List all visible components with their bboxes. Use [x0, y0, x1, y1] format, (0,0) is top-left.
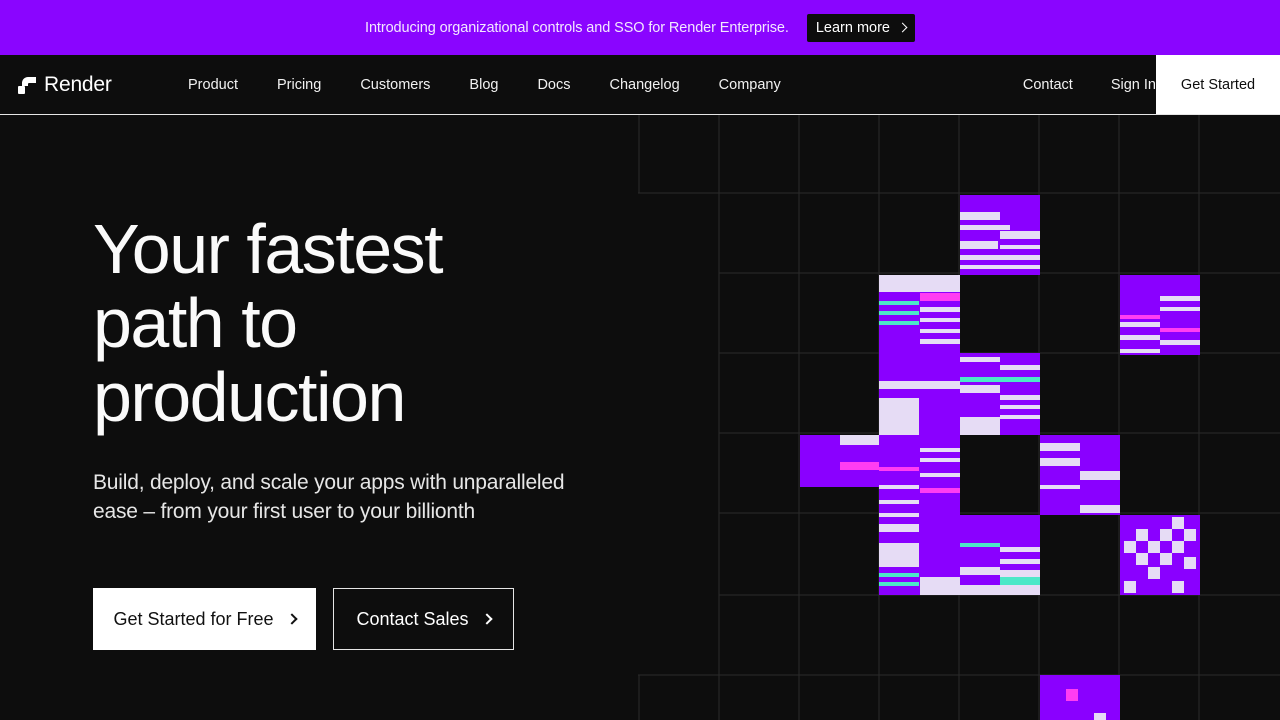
nav-link-changelog[interactable]: Changelog — [610, 77, 680, 93]
nav-link-pricing[interactable]: Pricing — [277, 77, 321, 93]
hero-subtitle: Build, deploy, and scale your apps with … — [93, 468, 613, 526]
hero-grid-illustration — [638, 115, 1280, 720]
hero-title: Your fastest path to production — [93, 212, 613, 434]
nav-link-docs[interactable]: Docs — [537, 77, 570, 93]
nav-links: Product Pricing Customers Blog Docs Chan… — [188, 55, 781, 114]
hero-subtitle-line: Build, deploy, and scale your apps with … — [93, 471, 565, 494]
nav-link-customers[interactable]: Customers — [360, 77, 430, 93]
top-nav: Render Product Pricing Customers Blog Do… — [0, 55, 1280, 115]
hero-subtitle-line: ease – from your first user to your bill… — [93, 500, 476, 523]
get-started-free-button[interactable]: Get Started for Free — [93, 588, 316, 650]
contact-sales-label: Contact Sales — [356, 608, 469, 629]
render-logo[interactable]: Render — [18, 73, 112, 97]
nav-right: Contact Sign In — [1023, 55, 1156, 114]
chevron-right-icon — [285, 613, 298, 625]
nav-link-company[interactable]: Company — [719, 77, 781, 93]
announcement-banner: Introducing organizational controls and … — [0, 0, 1280, 55]
learn-more-label: Learn more — [815, 19, 890, 36]
nav-link-product[interactable]: Product — [188, 77, 238, 93]
chevron-right-icon — [480, 613, 493, 625]
chevron-right-icon — [897, 22, 908, 33]
hero-title-line: production — [93, 358, 406, 436]
get-started-button[interactable]: Get Started — [1156, 55, 1280, 114]
nav-link-blog[interactable]: Blog — [469, 77, 498, 93]
banner-text: Introducing organizational controls and … — [365, 19, 789, 36]
get-started-free-label: Get Started for Free — [113, 608, 274, 629]
brand-name: Render — [44, 73, 112, 96]
contact-sales-button[interactable]: Contact Sales — [333, 588, 514, 650]
render-logo-icon — [18, 77, 36, 94]
hero-title-line: Your fastest — [93, 210, 444, 288]
contact-link[interactable]: Contact — [1023, 77, 1073, 93]
learn-more-button[interactable]: Learn more — [806, 13, 915, 42]
hero-title-line: path to — [93, 284, 298, 362]
sign-in-link[interactable]: Sign In — [1111, 77, 1156, 93]
